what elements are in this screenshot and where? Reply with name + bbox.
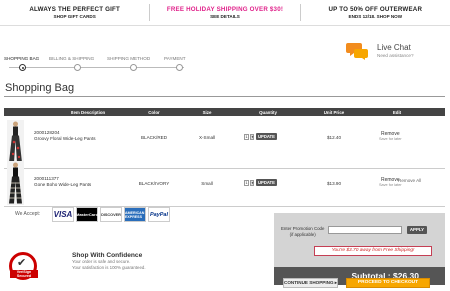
- col-header-quantity: Quantity: [259, 109, 277, 115]
- verisign-seal-icon[interactable]: ✔ VeriSign Secured: [9, 252, 38, 280]
- promo-banner: ALWAYS THE PERFECT GIFT SHOP GIFT CARDS …: [0, 0, 450, 26]
- payment-cards: VISA MasterCard DISCOVER AMERICAN EXPRES…: [52, 207, 170, 222]
- item-color: BLACK/RED: [140, 135, 168, 140]
- confidence-title: Shop With Confidence: [72, 252, 143, 259]
- item-unit-price: $12.40: [326, 135, 342, 140]
- item-name[interactable]: Gone Boho Wide-Leg Pants: [34, 182, 91, 188]
- table-header: Item Description Color Size Quantity Uni…: [4, 108, 445, 116]
- col-header-description: Item Description: [70, 109, 106, 115]
- promo-heading: ALWAYS THE PERFECT GIFT: [29, 6, 120, 13]
- col-header-size: Size: [202, 109, 212, 115]
- proceed-to-checkout-button[interactable]: PROCEED TO CHECKOUT: [346, 278, 430, 288]
- we-accept-label: We Accept:: [15, 211, 41, 217]
- step-dot: [74, 64, 81, 71]
- promo-code-hint: (if applicable): [289, 231, 316, 237]
- quantity-select[interactable]: 1: [244, 179, 249, 186]
- step-payment: PAYMENT: [164, 56, 186, 61]
- update-button[interactable]: UPDATE: [256, 133, 277, 140]
- promo-link[interactable]: SHOP GIFT CARDS: [0, 14, 149, 19]
- apply-button[interactable]: APPLY: [407, 226, 427, 234]
- item-name[interactable]: Groovy Floral Wide-Leg Pants: [34, 136, 96, 142]
- quantity-selector: 1 ▼ UPDATE: [244, 179, 277, 186]
- checkmark-icon: ✔: [17, 257, 27, 269]
- col-header-color: Color: [148, 109, 160, 115]
- continue-shopping-button[interactable]: CONTINUE SHOPPING ▸: [283, 278, 338, 288]
- edit-actions: Remove Save for later: [379, 132, 402, 142]
- item-description: 2000128204 Groovy Floral Wide-Leg Pants: [34, 130, 96, 141]
- col-header-unit-price: Unit Price: [323, 109, 345, 115]
- quantity-selector: 1 ▼ UPDATE: [244, 133, 277, 140]
- promo-gift-cards[interactable]: ALWAYS THE PERFECT GIFT SHOP GIFT CARDS: [0, 0, 149, 25]
- page-title: Shopping Bag: [5, 82, 75, 94]
- item-color: BLACK/IVORY: [138, 181, 170, 186]
- seal-label: VeriSign Secured: [10, 270, 38, 278]
- step-dot-active: [19, 64, 26, 71]
- promo-link[interactable]: ENDS 12/18. SHOP NOW: [301, 14, 450, 19]
- discover-icon: DISCOVER: [100, 207, 122, 222]
- progress-line: [9, 67, 184, 68]
- update-button[interactable]: UPDATE: [256, 179, 277, 186]
- col-header-edit: Edit: [392, 109, 402, 115]
- step-billing-shipping: BILLING & SHIPPING: [49, 56, 95, 61]
- amex-icon: AMERICAN EXPRESS: [124, 207, 146, 222]
- remove-all-link[interactable]: Remove All: [398, 178, 421, 183]
- item-description: 2000111377 Gone Boho Wide-Leg Pants: [34, 176, 91, 187]
- quantity-select[interactable]: 1: [244, 133, 249, 140]
- item-unit-price: $13.90: [326, 181, 342, 186]
- promo-code-label: Enter Promotion Code (if applicable): [281, 226, 324, 237]
- shop-with-confidence: Shop With Confidence Your order is safe …: [72, 252, 146, 271]
- chat-title: Live Chat: [377, 43, 411, 52]
- promo-code-input[interactable]: [328, 226, 402, 234]
- confidence-line: Your satisfaction is 100% guaranteed.: [72, 265, 146, 270]
- chat-subtitle: Need assistance?: [377, 53, 414, 58]
- paypal-icon: PayPal: [148, 207, 170, 222]
- step-dot: [130, 64, 137, 71]
- product-image[interactable]: [7, 120, 24, 164]
- save-for-later-link[interactable]: Save for later: [379, 137, 402, 142]
- visa-icon: VISA: [52, 207, 74, 222]
- item-size: X-Small: [198, 135, 216, 140]
- order-summary-panel: Enter Promotion Code (if applicable) APP…: [274, 213, 445, 267]
- free-shipping-message: You're $3.70 away from Free Shipping!: [314, 246, 432, 256]
- live-chat[interactable]: Live Chat Need assistance?: [346, 40, 446, 66]
- promo-heading: UP TO 50% OFF OUTERWEAR: [328, 6, 423, 13]
- chat-bubble-icon: [346, 43, 368, 60]
- promo-outerwear[interactable]: UP TO 50% OFF OUTERWEAR ENDS 12/18. SHOP…: [301, 0, 450, 25]
- promo-link[interactable]: SEE DETAILS: [150, 14, 299, 19]
- promo-free-shipping[interactable]: FREE HOLIDAY SHIPPING OVER $30! SEE DETA…: [150, 0, 299, 25]
- chevron-down-icon[interactable]: ▼: [250, 179, 254, 186]
- divider: [4, 96, 445, 97]
- chevron-down-icon[interactable]: ▼: [250, 133, 254, 140]
- promo-heading: FREE HOLIDAY SHIPPING OVER $30!: [166, 6, 284, 13]
- step-dot: [176, 64, 183, 71]
- save-for-later-link[interactable]: Save for later: [379, 183, 402, 188]
- promo-code-label-line: Enter Promotion Code: [281, 226, 325, 231]
- item-size: Small: [201, 181, 213, 186]
- step-shopping-bag: SHOPPING BAG: [4, 56, 40, 61]
- mastercard-icon: MasterCard: [76, 207, 98, 222]
- checkout-progress: SHOPPING BAG BILLING & SHIPPING SHIPPING…: [4, 56, 204, 76]
- product-image[interactable]: [7, 161, 24, 205]
- step-shipping-method: SHIPPING METHOD: [107, 56, 151, 61]
- table-row: 2000111377 Gone Boho Wide-Leg Pants BLAC…: [4, 160, 445, 212]
